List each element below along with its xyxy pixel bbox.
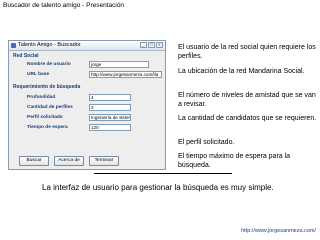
label-requested-profile: Perfil solicitado — [27, 115, 63, 120]
profile-count-field[interactable]: 3 — [89, 104, 131, 111]
label-wait-time: Tiempo de espera — [27, 125, 68, 130]
exit-button[interactable]: Terminar — [89, 156, 119, 166]
app-icon — [11, 43, 16, 48]
requested-profile-field[interactable]: Ingeniería de sistemas — [89, 114, 131, 121]
description-profile-count: La cantidad de candidatos que se requier… — [178, 115, 317, 122]
wait-time-field[interactable]: 120 — [89, 124, 131, 131]
depth-field[interactable]: 4 — [89, 94, 131, 101]
search-button[interactable]: Buscar — [19, 156, 49, 166]
base-url-field[interactable]: http://www.jorgesanmeza.com/lla — [89, 71, 162, 78]
username-field[interactable]: jorge — [89, 61, 149, 68]
window-controls: _ □ × — [140, 42, 163, 48]
minimize-button[interactable]: _ — [140, 42, 147, 48]
close-button[interactable]: × — [156, 42, 163, 48]
app-window: Talento Amigo - Buscador _ □ × Red Socia… — [8, 40, 166, 170]
footer-url[interactable]: http://www.jorgesanmeza.com/ — [241, 228, 316, 234]
group-title-social: Red Social — [13, 53, 39, 59]
description-wait-time: El tiempo máximo de espera para la búsqu… — [178, 153, 291, 169]
window-title: Talento Amigo - Buscador — [18, 42, 81, 48]
group-title-search: Requerimiento de búsqueda — [13, 84, 81, 90]
label-username: Nombre de usuario — [27, 62, 71, 67]
slide-caption: La interfaz de usuario para gestionar la… — [42, 183, 274, 192]
description-base-url: La ubicación de la red Mandarina Social. — [178, 68, 305, 75]
description-username: El usuario de la red social quien requie… — [178, 44, 316, 60]
about-button[interactable]: Acerca de — [54, 156, 84, 166]
label-depth: Profundidad — [27, 95, 56, 100]
maximize-button[interactable]: □ — [148, 42, 155, 48]
description-depth: El número de niveles de amistad que se v… — [178, 92, 316, 108]
description-requested-profile: El perfil solicitado. — [178, 139, 235, 146]
label-base-url: URL base — [27, 72, 50, 77]
window-titlebar: Talento Amigo - Buscador _ □ × — [9, 41, 165, 51]
slide-title: Buscador de talento amigo - Presentación — [3, 2, 125, 9]
label-profile-count: Cantidad de perfiles — [27, 105, 73, 110]
divider — [94, 173, 232, 174]
